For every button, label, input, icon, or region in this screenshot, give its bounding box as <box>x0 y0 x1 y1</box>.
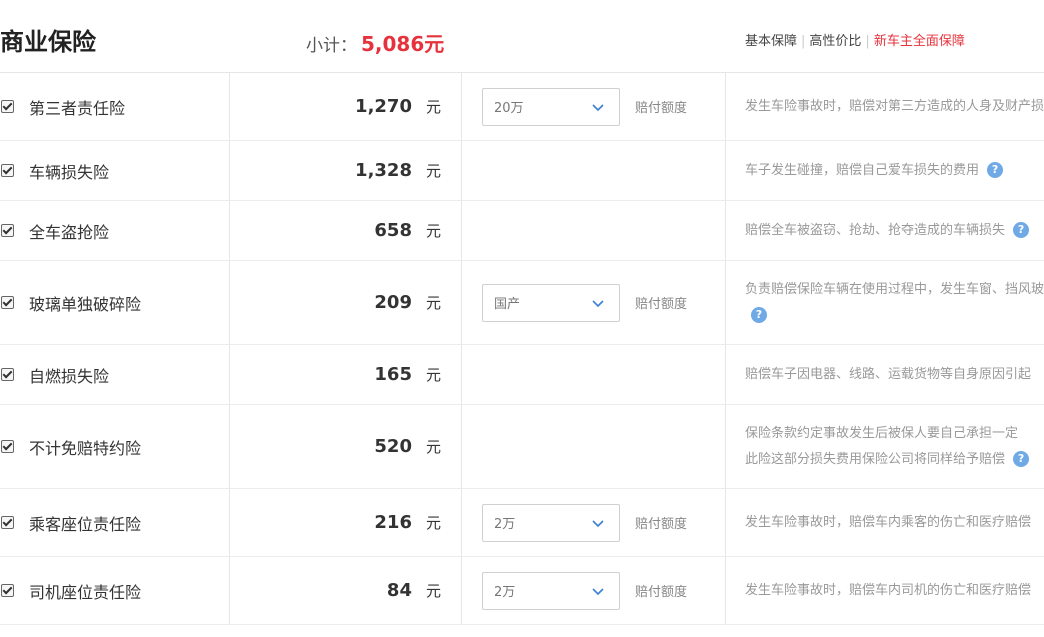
chevron-down-icon <box>592 299 604 307</box>
table-row: 车辆损失险 1,328 元 车子发生碰撞，赔偿自己爱车损失的费用? <box>0 141 1044 201</box>
limit-label: 赔付额度 <box>635 101 688 116</box>
tab-separator: | <box>865 34 870 49</box>
chevron-down-icon <box>592 103 604 111</box>
tab-value[interactable]: 高性价比 <box>809 34 861 49</box>
section-title: 商业保险 <box>0 28 96 56</box>
insurance-description: 负责赔偿保险车辆在使用过程中，发生车窗、挡风玻璃? <box>745 281 1044 323</box>
insurance-description: 发生车险事故时，赔偿车内司机的伤亡和医疗赔偿 <box>745 582 1032 598</box>
table-row: 司机座位责任险 84 元 2万 赔付额度 发生车险事故时，赔偿车内司机的伤亡和医疗… <box>0 557 1044 625</box>
limit-label: 赔付额度 <box>635 517 688 532</box>
insurance-name: 司机座位责任险 <box>29 582 142 602</box>
checkbox[interactable] <box>1 224 14 237</box>
insurance-description: 发生车险事故时，赔偿车内乘客的伤亡和医疗赔偿 <box>745 514 1032 530</box>
price-unit: 元 <box>425 366 441 384</box>
section-header: 商业保险 小计： 5,086元 基本保障 | 高性价比 | 新车主全面保障 <box>0 0 1044 72</box>
table-row: 乘客座位责任险 216 元 2万 赔付额度 发生车险事故时，赔偿车内乘客的伤亡和医… <box>0 489 1044 557</box>
insurance-price: 216 <box>374 512 412 533</box>
checkbox[interactable] <box>1 516 14 529</box>
checkbox[interactable] <box>1 584 14 597</box>
tab-separator: | <box>801 34 806 49</box>
coverage-select[interactable]: 2万 <box>482 503 620 542</box>
tab-full-coverage[interactable]: 新车主全面保障 <box>874 34 965 49</box>
insurance-name: 自燃损失险 <box>29 366 110 386</box>
subtotal-amount: 5,086元 <box>361 32 445 56</box>
price-unit: 元 <box>425 222 441 240</box>
insurance-description: 赔偿车子因电器、线路、运载货物等自身原因引起 <box>745 366 1032 382</box>
table-row: 全车盗抢险 658 元 赔偿全车被盗窃、抢劫、抢夺造成的车辆损失? <box>0 201 1044 261</box>
insurance-name: 第三者责任险 <box>29 98 126 118</box>
price-unit: 元 <box>425 514 441 532</box>
checkbox[interactable] <box>1 368 14 381</box>
insurance-price: 1,270 <box>355 96 412 117</box>
coverage-select[interactable]: 20万 <box>482 87 620 126</box>
insurance-name: 不计免赔特约险 <box>29 438 142 458</box>
insurance-description: 发生车险事故时，赔偿对第三方造成的人身及财产损失 <box>745 98 1044 114</box>
plan-tabs: 基本保障 | 高性价比 | 新车主全面保障 <box>745 30 965 49</box>
checkbox[interactable] <box>1 296 14 309</box>
coverage-select[interactable]: 2万 <box>482 571 620 610</box>
price-unit: 元 <box>425 438 441 456</box>
insurance-price: 165 <box>374 364 412 385</box>
select-value: 20万 <box>494 101 524 116</box>
insurance-description: 保险条款约定事故发生后被保人要自己承担一定 此险这部分损失费用保险公司将同样给予赔… <box>726 421 1030 473</box>
glass-type-select[interactable]: 国产 <box>482 283 620 322</box>
price-unit: 元 <box>425 294 441 312</box>
table-row: 第三者责任险 1,270 元 20万 赔付额度 发生车险事故时，赔偿对第三方造成的… <box>0 73 1044 141</box>
insurance-price: 84 <box>386 580 412 601</box>
help-icon[interactable]: ? <box>751 307 767 323</box>
insurance-price: 1,328 <box>355 160 412 181</box>
select-value: 2万 <box>494 517 516 532</box>
insurance-name: 车辆损失险 <box>29 162 110 182</box>
select-value: 国产 <box>494 297 521 312</box>
help-icon[interactable]: ? <box>1013 222 1030 238</box>
tab-basic[interactable]: 基本保障 <box>745 34 797 49</box>
price-unit: 元 <box>425 162 441 180</box>
help-icon[interactable]: ? <box>1013 451 1030 467</box>
insurance-table: 第三者责任险 1,270 元 20万 赔付额度 发生车险事故时，赔偿对第三方造成的… <box>0 72 1044 625</box>
insurance-price: 520 <box>374 436 412 457</box>
checkbox[interactable] <box>1 440 14 453</box>
limit-label: 赔付额度 <box>635 585 688 600</box>
subtotal: 小计： 5,086元 <box>306 28 444 57</box>
price-unit: 元 <box>425 98 441 116</box>
select-value: 2万 <box>494 585 516 600</box>
chevron-down-icon <box>592 519 604 527</box>
price-unit: 元 <box>425 582 441 600</box>
insurance-description: 车子发生碰撞，赔偿自己爱车损失的费用? <box>726 158 1004 184</box>
table-row: 玻璃单独破碎险 209 元 国产 赔付额度 负责赔偿保险车辆在使用过程中，发生车窗… <box>0 261 1044 345</box>
insurance-price: 658 <box>374 220 412 241</box>
limit-label: 赔付额度 <box>635 297 688 312</box>
subtotal-label: 小计： <box>306 36 357 56</box>
table-row: 不计免赔特约险 520 元 保险条款约定事故发生后被保人要自己承担一定 此险这部分损… <box>0 405 1044 489</box>
help-icon[interactable]: ? <box>987 162 1004 178</box>
checkbox[interactable] <box>1 100 14 113</box>
insurance-price: 209 <box>374 292 412 313</box>
insurance-name: 全车盗抢险 <box>29 222 110 242</box>
insurance-name: 乘客座位责任险 <box>29 514 142 534</box>
insurance-name: 玻璃单独破碎险 <box>29 294 142 314</box>
insurance-description: 赔偿全车被盗窃、抢劫、抢夺造成的车辆损失? <box>726 218 1030 244</box>
chevron-down-icon <box>592 587 604 595</box>
checkbox[interactable] <box>1 164 14 177</box>
table-row: 自燃损失险 165 元 赔偿车子因电器、线路、运载货物等自身原因引起 <box>0 345 1044 405</box>
